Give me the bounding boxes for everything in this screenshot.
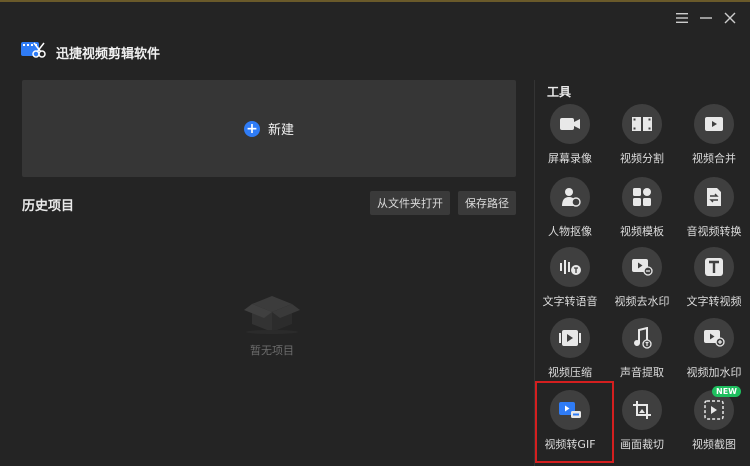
tool-add-watermark[interactable]: 视频加水印: [678, 318, 750, 380]
tool-video-compress[interactable]: 视频压缩: [534, 318, 606, 380]
tool-label: 文字转视频: [686, 295, 742, 308]
tool-text-to-video[interactable]: 文字转视频: [678, 247, 750, 309]
tool-label: 视频分割: [620, 152, 664, 165]
tool-label: 画面裁切: [620, 438, 664, 451]
minimize-icon[interactable]: [698, 10, 714, 26]
tool-label: 音视频转换: [686, 225, 742, 238]
screen-record-icon: [550, 104, 590, 144]
tool-label: 屏幕录像: [548, 152, 592, 165]
tools-title: 工具: [547, 85, 572, 99]
video-template-icon: [622, 177, 662, 217]
tool-text-to-speech[interactable]: 文字转语音: [534, 247, 606, 309]
tool-remove-watermark[interactable]: 视频去水印: [606, 247, 678, 309]
tool-video-split[interactable]: 视频分割: [606, 104, 678, 166]
app-logo-icon: [20, 40, 46, 64]
add-watermark-icon: [694, 318, 734, 358]
plus-icon: +: [243, 120, 260, 137]
tool-screen-record[interactable]: 屏幕录像: [534, 104, 606, 166]
tool-av-convert[interactable]: 音视频转换: [678, 177, 750, 239]
top-accent-line: [0, 0, 750, 2]
selection-highlight: [535, 381, 614, 463]
audio-extract-icon: [622, 318, 662, 358]
new-badge: NEW: [712, 386, 741, 397]
tool-label: 声音提取: [620, 366, 664, 379]
new-project-button[interactable]: + 新建: [22, 80, 516, 177]
app-title: 迅捷视频剪辑软件: [56, 46, 161, 62]
empty-box-icon: [240, 296, 304, 338]
empty-state: 暂无项目: [222, 290, 322, 358]
tool-video-template[interactable]: 视频模板: [606, 177, 678, 239]
tool-video-screenshot[interactable]: 视频截图: [678, 390, 750, 452]
tool-label: 视频合并: [692, 152, 736, 165]
text-to-speech-icon: [550, 247, 590, 287]
video-split-icon: [622, 104, 662, 144]
tool-label: 视频截图: [692, 438, 736, 451]
save-path-button[interactable]: 保存路径: [458, 191, 516, 215]
av-convert-icon: [694, 177, 734, 217]
history-actions: 从文件夹打开 保存路径: [370, 191, 516, 215]
open-from-folder-button[interactable]: 从文件夹打开: [370, 191, 450, 215]
tool-label: 文字转语音: [542, 295, 598, 308]
video-merge-icon: [694, 104, 734, 144]
tool-label: 视频模板: [620, 225, 664, 238]
tool-video-merge[interactable]: 视频合并: [678, 104, 750, 166]
crop-icon: [622, 390, 662, 430]
tool-label: 视频加水印: [686, 366, 742, 379]
history-title: 历史项目: [22, 199, 75, 214]
remove-watermark-icon: [622, 247, 662, 287]
tool-label: 人物抠像: [548, 225, 592, 238]
tool-crop[interactable]: 画面裁切: [606, 390, 678, 452]
menu-icon[interactable]: [674, 10, 690, 26]
video-compress-icon: [550, 318, 590, 358]
new-project-label: 新建: [267, 123, 294, 138]
tool-label: 视频压缩: [548, 366, 592, 379]
empty-state-text: 暂无项目: [250, 344, 294, 357]
tool-audio-extract[interactable]: 声音提取: [606, 318, 678, 380]
text-to-video-icon: [694, 247, 734, 287]
close-icon[interactable]: [722, 10, 738, 26]
window-controls: [674, 10, 738, 26]
portrait-cutout-icon: [550, 177, 590, 217]
tool-portrait-cutout[interactable]: 人物抠像: [534, 177, 606, 239]
app-header: 迅捷视频剪辑软件: [20, 40, 160, 64]
tool-label: 视频去水印: [614, 295, 670, 308]
